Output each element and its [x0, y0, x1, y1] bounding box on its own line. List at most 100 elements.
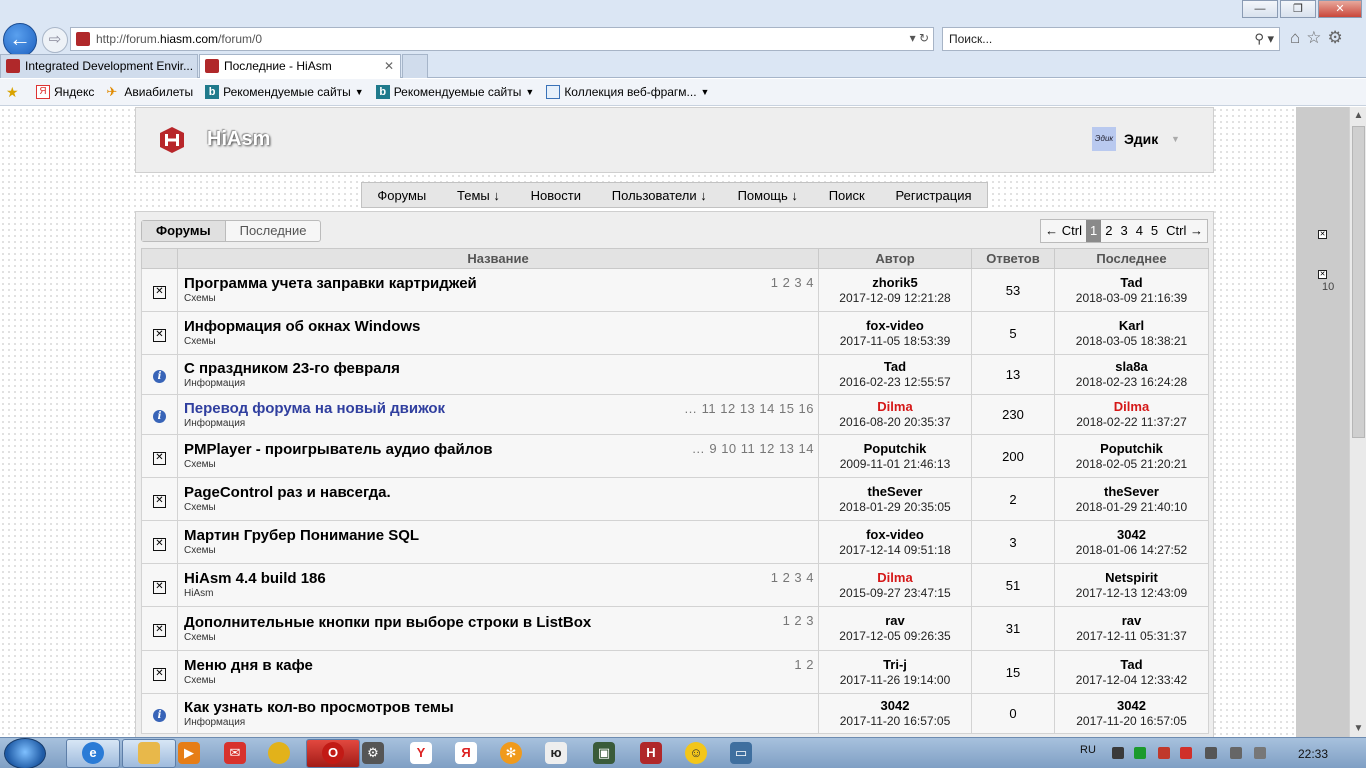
author-name[interactable]: Tri-j	[819, 657, 971, 673]
topic-category[interactable]: Информация	[184, 378, 812, 390]
last-poster-name[interactable]: Poputchik	[1055, 441, 1208, 457]
table-row[interactable]: ✕ PageControl раз и навсегда. Схемы theSeve…	[141, 477, 1209, 521]
pager-page-2[interactable]: 2	[1101, 220, 1116, 242]
author-name[interactable]: Tad	[819, 359, 971, 375]
last-poster-name[interactable]: 3042	[1055, 698, 1208, 714]
puzzle-icon[interactable]: ⚙	[362, 742, 384, 764]
new-tab-button[interactable]	[402, 54, 428, 78]
last-post-date[interactable]: 2017-12-13 12:43:09	[1055, 586, 1208, 601]
menu-topics[interactable]: Темы ↓	[457, 188, 500, 203]
last-poster-name[interactable]: rav	[1055, 613, 1208, 629]
pager-page-5[interactable]: 5	[1147, 220, 1162, 242]
pager-next[interactable]: Ctrl →	[1162, 220, 1207, 242]
address-bar[interactable]: http://forum.hiasm.com/forum/0 ▾ ↻	[70, 27, 934, 51]
app-icon[interactable]: ю	[545, 742, 567, 764]
topic-pages[interactable]: 1 2 3 4	[771, 570, 814, 585]
fav-recommended-2[interactable]: b Рекомендуемые сайты ▼	[375, 85, 534, 99]
mail-icon[interactable]: ✉	[224, 742, 246, 764]
language-indicator[interactable]: RU	[1080, 744, 1096, 756]
clock[interactable]: 22:33	[1298, 747, 1328, 761]
topic-category[interactable]: Схемы	[184, 459, 812, 471]
last-post-date[interactable]: 2018-03-09 21:16:39	[1055, 291, 1208, 306]
last-post-date[interactable]: 2018-02-23 16:24:28	[1055, 375, 1208, 390]
last-post-date[interactable]: 2018-02-22 11:37:27	[1055, 415, 1208, 430]
topic-title-link[interactable]: HiAsm 4.4 build 186	[184, 570, 812, 588]
table-row[interactable]: iС праздником 23-го февраля Информация Tad…	[141, 354, 1209, 395]
table-row[interactable]: ✕ Программа учета заправки картриджей Схем…	[141, 268, 1209, 312]
avatar[interactable]: Эдик	[1092, 127, 1116, 151]
side-close-icon[interactable]: ✕	[1318, 270, 1327, 279]
topic-title-link[interactable]: Информация об окнах Windows	[184, 318, 812, 336]
yandex-icon[interactable]: Я	[455, 742, 477, 764]
table-row[interactable]: ✕ Мартин Грубер Понимание SQL Схемы fox-vid…	[141, 520, 1209, 564]
user-menu-chevron-down-icon[interactable]: ▼	[1171, 134, 1180, 144]
user-name[interactable]: Эдик	[1124, 131, 1158, 147]
last-poster-name[interactable]: Netspirit	[1055, 570, 1208, 586]
page-scrollbar[interactable]: ▲ ▼	[1349, 107, 1366, 737]
author-name[interactable]: rav	[819, 613, 971, 629]
last-poster-name[interactable]: Dilma	[1055, 399, 1208, 415]
site-title[interactable]: HiAsm	[207, 128, 270, 151]
menu-users[interactable]: Пользователи ↓	[612, 188, 707, 203]
menu-forums[interactable]: Форумы	[377, 188, 426, 203]
last-post-date[interactable]: 2018-01-06 14:27:52	[1055, 543, 1208, 558]
fav-recommended-1[interactable]: b Рекомендуемые сайты ▼	[205, 85, 364, 99]
author-name[interactable]: Dilma	[819, 570, 971, 586]
topic-title-link[interactable]: Меню дня в кафе	[184, 657, 812, 675]
topic-title-link[interactable]: PageControl раз и навсегда.	[184, 484, 812, 502]
tab-ide[interactable]: Integrated Development Envir...	[0, 54, 198, 78]
last-post-date[interactable]: 2018-02-05 21:20:21	[1055, 457, 1208, 472]
maximize-button[interactable]: ❐	[1280, 0, 1316, 18]
table-row[interactable]: i Как узнать кол-во просмотров темы Информ…	[141, 693, 1209, 734]
author-name[interactable]: 3042	[819, 698, 971, 714]
smiley-icon[interactable]: ☺	[685, 742, 707, 764]
table-row[interactable]: ✕ HiAsm 4.4 build 186 HiAsm 1 2 3 4 Dilma 201…	[141, 563, 1209, 607]
display-icon[interactable]: ▭	[730, 742, 752, 764]
network-activity-tray-icon[interactable]	[1134, 747, 1146, 759]
wifi-icon[interactable]	[1254, 747, 1266, 759]
topic-title-link[interactable]: Мартин Грубер Понимание SQL	[184, 527, 812, 545]
topic-title-link[interactable]: Программа учета заправки картриджей	[184, 275, 812, 293]
start-button[interactable]	[4, 738, 46, 768]
author-name[interactable]: theSever	[819, 484, 971, 500]
topic-category[interactable]: Схемы	[184, 632, 812, 644]
tab-close-icon[interactable]: ✕	[384, 55, 394, 77]
side-close-icon[interactable]: ✕	[1318, 230, 1327, 239]
favorites-star-icon[interactable]: ☆	[1306, 28, 1321, 48]
table-row[interactable]: i Перевод форума на новый движок Информаци…	[141, 394, 1209, 435]
last-post-date[interactable]: 2017-12-04 12:33:42	[1055, 673, 1208, 688]
topic-pages[interactable]: 1 2	[794, 657, 814, 672]
volume-icon[interactable]	[1230, 747, 1242, 759]
flag-tray-icon[interactable]	[1158, 747, 1170, 759]
scroll-up-icon[interactable]: ▲	[1350, 107, 1366, 124]
author-name[interactable]: Dilma	[819, 399, 971, 415]
topic-category[interactable]: Схемы	[184, 293, 812, 305]
last-poster-name[interactable]: theSever	[1055, 484, 1208, 500]
fav-avia[interactable]: ✈ Авиабилеты	[106, 85, 193, 100]
yandex-browser-icon[interactable]: Y	[410, 742, 432, 764]
monitor-tray-icon[interactable]	[1205, 747, 1217, 759]
topic-pages[interactable]: … 9 10 11 12 13 14	[692, 441, 814, 456]
home-icon[interactable]: ⌂	[1290, 28, 1300, 48]
last-post-date[interactable]: 2017-12-11 05:31:37	[1055, 629, 1208, 644]
back-button[interactable]: ←	[3, 23, 37, 57]
topic-category[interactable]: Информация	[184, 717, 812, 729]
topic-category[interactable]: Информация	[184, 418, 812, 430]
pager-prev[interactable]: ← Ctrl	[1041, 220, 1086, 242]
search-provider-dropdown-icon[interactable]: ▾	[1267, 31, 1274, 46]
topic-category[interactable]: Схемы	[184, 502, 812, 514]
author-name[interactable]: fox-video	[819, 318, 971, 334]
menu-search[interactable]: Поиск	[829, 188, 865, 203]
pager-page-3[interactable]: 3	[1116, 220, 1131, 242]
last-post-date[interactable]: 2018-03-05 18:38:21	[1055, 334, 1208, 349]
terminal-icon[interactable]: ▣	[593, 742, 615, 764]
pager-page-4[interactable]: 4	[1132, 220, 1147, 242]
last-poster-name[interactable]: Tad	[1055, 275, 1208, 291]
author-name[interactable]: zhorik5	[819, 275, 971, 291]
hiasm-logo-icon[interactable]	[158, 126, 186, 154]
last-poster-name[interactable]: 3042	[1055, 527, 1208, 543]
search-input[interactable]: Поиск...	[949, 32, 992, 46]
last-poster-name[interactable]: Tad	[1055, 657, 1208, 673]
last-poster-name[interactable]: Karl	[1055, 318, 1208, 334]
settings-icon[interactable]: ✻	[500, 742, 522, 764]
